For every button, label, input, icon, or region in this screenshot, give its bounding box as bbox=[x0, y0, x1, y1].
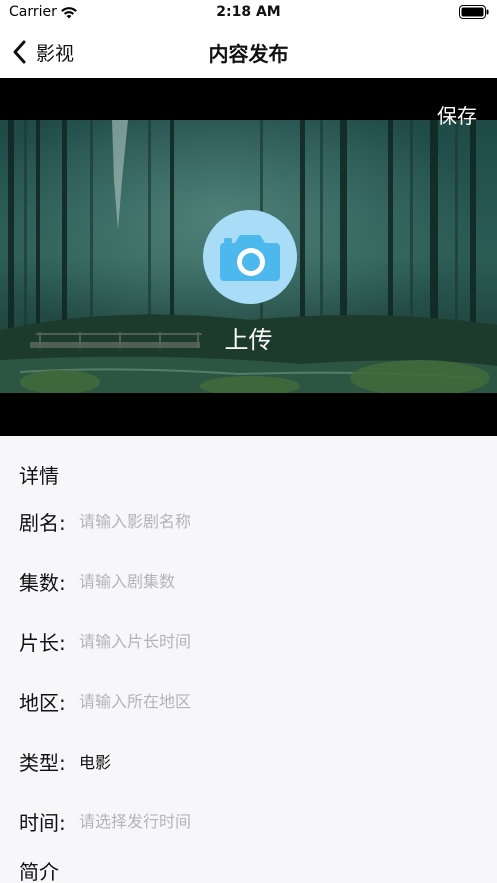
type-row[interactable]: 类型: 电影 bbox=[19, 743, 479, 779]
region-label: 地区: bbox=[19, 690, 66, 715]
title-row: 剧名: bbox=[19, 503, 479, 539]
status-time: 2:18 AM bbox=[216, 4, 281, 20]
title-label: 剧名: bbox=[19, 510, 66, 535]
region-input[interactable] bbox=[79, 691, 459, 711]
status-bar: Carrier 2:18 AM bbox=[0, 0, 497, 26]
release-date-row: 时间: bbox=[19, 803, 479, 839]
details-form: 详情 剧名: 集数: 片长: 地区: 类型: 电影 时间: 简介 bbox=[0, 436, 497, 883]
duration-row: 片长: bbox=[19, 623, 479, 659]
type-value[interactable]: 电影 bbox=[79, 749, 111, 773]
type-label: 类型: bbox=[19, 750, 66, 775]
region-row: 地区: bbox=[19, 683, 479, 719]
upload-camera-button[interactable] bbox=[203, 210, 297, 304]
cover-upload-area: 保存 上传 bbox=[0, 78, 497, 436]
upload-label: 上传 bbox=[224, 326, 273, 354]
duration-input[interactable] bbox=[79, 631, 459, 651]
page-title: 内容发布 bbox=[208, 42, 289, 66]
camera-icon bbox=[220, 235, 280, 281]
details-section-title: 详情 bbox=[19, 464, 59, 488]
title-input[interactable] bbox=[79, 511, 459, 531]
save-button[interactable]: 保存 bbox=[437, 100, 477, 129]
duration-label: 片长: bbox=[19, 630, 66, 655]
release-date-label: 时间: bbox=[19, 810, 66, 835]
episodes-row: 集数: bbox=[19, 563, 479, 599]
episodes-input[interactable] bbox=[79, 571, 459, 591]
intro-section-title: 简介 bbox=[19, 860, 59, 883]
episodes-label: 集数: bbox=[19, 570, 66, 595]
battery-icon bbox=[459, 5, 489, 19]
release-date-input[interactable] bbox=[79, 811, 459, 831]
navigation-bar: 影视 内容发布 bbox=[0, 26, 497, 78]
